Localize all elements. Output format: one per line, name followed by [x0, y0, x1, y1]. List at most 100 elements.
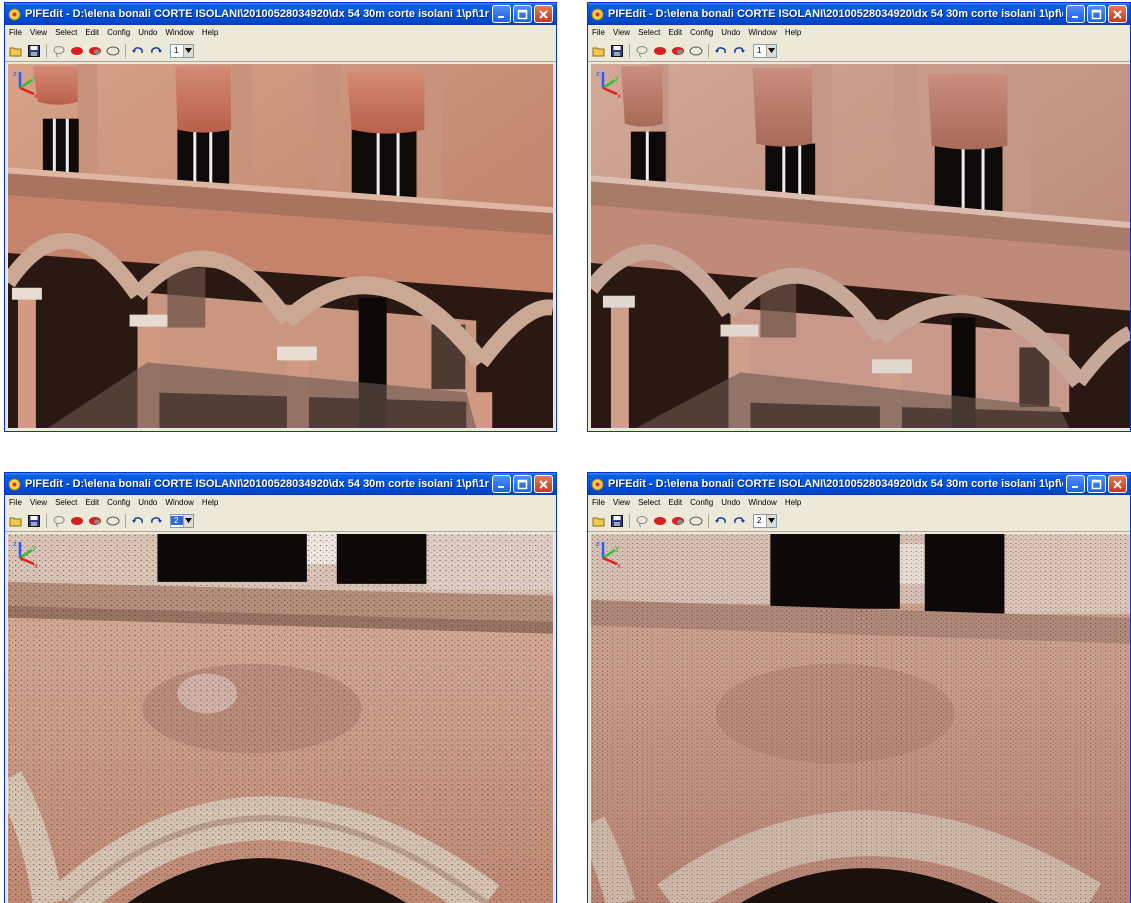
- title-bar[interactable]: PIFEdit - D:\elena bonali CORTE ISOLANI\…: [5, 3, 556, 25]
- menu-select[interactable]: Select: [638, 28, 660, 37]
- layer-select[interactable]: 2: [753, 513, 777, 528]
- lasso-button[interactable]: [634, 513, 650, 529]
- layer-select-dropdown[interactable]: [766, 514, 776, 527]
- open-button[interactable]: [591, 513, 607, 529]
- menu-config[interactable]: Config: [690, 498, 713, 507]
- title-bar[interactable]: PIFEdit - D:\elena bonali CORTE ISOLANI\…: [5, 473, 556, 495]
- menu-file[interactable]: File: [592, 498, 605, 507]
- menu-file[interactable]: File: [9, 498, 22, 507]
- menu-edit[interactable]: Edit: [668, 28, 682, 37]
- minimize-button[interactable]: [1066, 475, 1085, 493]
- lasso-button[interactable]: [51, 513, 67, 529]
- menu-config[interactable]: Config: [107, 28, 130, 37]
- save-button[interactable]: [609, 43, 625, 59]
- pifedit-window-top-left: PIFEdit - D:\elena bonali CORTE ISOLANI\…: [4, 2, 557, 432]
- point-cloud-render: [8, 534, 553, 903]
- menu-select[interactable]: Select: [638, 498, 660, 507]
- minimize-button[interactable]: [492, 475, 511, 493]
- maximize-button[interactable]: [513, 5, 532, 23]
- minimize-button[interactable]: [1066, 5, 1085, 23]
- redo-button[interactable]: [148, 513, 164, 529]
- layer-select-dropdown[interactable]: [183, 44, 193, 57]
- point-cloud-viewport[interactable]: z y x: [591, 534, 1130, 903]
- menu-config[interactable]: Config: [690, 28, 713, 37]
- menu-undo[interactable]: Undo: [721, 498, 740, 507]
- redo-button[interactable]: [731, 43, 747, 59]
- menu-help[interactable]: Help: [202, 28, 218, 37]
- save-button[interactable]: [609, 513, 625, 529]
- menu-config[interactable]: Config: [107, 498, 130, 507]
- menu-file[interactable]: File: [9, 28, 22, 37]
- redo-button[interactable]: [148, 43, 164, 59]
- maximize-button[interactable]: [1087, 5, 1106, 23]
- maximize-button[interactable]: [513, 475, 532, 493]
- menu-view[interactable]: View: [613, 498, 630, 507]
- title-bar[interactable]: PIFEdit - D:\elena bonali CORTE ISOLANI\…: [588, 473, 1130, 495]
- maximize-button[interactable]: [1087, 475, 1106, 493]
- save-button[interactable]: [26, 43, 42, 59]
- menu-select[interactable]: Select: [55, 498, 77, 507]
- undo-icon: [132, 516, 143, 523]
- axis-x-label: x: [617, 562, 621, 568]
- menu-help[interactable]: Help: [785, 498, 801, 507]
- layer-select-dropdown[interactable]: [766, 44, 776, 57]
- close-button[interactable]: [1108, 475, 1127, 493]
- menu-window[interactable]: Window: [165, 498, 193, 507]
- undo-icon: [715, 46, 726, 53]
- menu-help[interactable]: Help: [785, 28, 801, 37]
- undo-button[interactable]: [130, 513, 146, 529]
- menu-window[interactable]: Window: [748, 28, 776, 37]
- paint-deselect-button[interactable]: [670, 43, 686, 59]
- cloud-select-icon: [106, 46, 120, 55]
- layer-select-dropdown[interactable]: [183, 514, 193, 527]
- paint-deselect-button[interactable]: [87, 43, 103, 59]
- menu-edit[interactable]: Edit: [85, 498, 99, 507]
- menu-view[interactable]: View: [613, 28, 630, 37]
- close-icon: [539, 9, 548, 19]
- paint-select-button[interactable]: [69, 513, 85, 529]
- point-cloud-viewport[interactable]: z y x: [8, 534, 553, 903]
- close-button[interactable]: [534, 5, 553, 23]
- title-bar[interactable]: PIFEdit - D:\elena bonali CORTE ISOLANI\…: [588, 3, 1130, 25]
- cloud-select-button[interactable]: [688, 43, 704, 59]
- menu-window[interactable]: Window: [165, 28, 193, 37]
- menu-undo[interactable]: Undo: [721, 28, 740, 37]
- menu-view[interactable]: View: [30, 498, 47, 507]
- undo-button[interactable]: [130, 43, 146, 59]
- open-button[interactable]: [8, 513, 24, 529]
- undo-button[interactable]: [713, 43, 729, 59]
- menu-undo[interactable]: Undo: [138, 498, 157, 507]
- point-cloud-viewport[interactable]: z y x: [591, 64, 1130, 428]
- lasso-button[interactable]: [51, 43, 67, 59]
- menu-help[interactable]: Help: [202, 498, 218, 507]
- close-button[interactable]: [1108, 5, 1127, 23]
- save-button[interactable]: [26, 513, 42, 529]
- open-button[interactable]: [8, 43, 24, 59]
- menu-undo[interactable]: Undo: [138, 28, 157, 37]
- layer-select[interactable]: 2: [170, 513, 194, 528]
- menu-select[interactable]: Select: [55, 28, 77, 37]
- layer-select[interactable]: 1: [170, 43, 194, 58]
- lasso-button[interactable]: [634, 43, 650, 59]
- redo-button[interactable]: [731, 513, 747, 529]
- minimize-button[interactable]: [492, 5, 511, 23]
- paint-select-button[interactable]: [69, 43, 85, 59]
- cloud-select-button[interactable]: [105, 513, 121, 529]
- menu-window[interactable]: Window: [748, 498, 776, 507]
- menu-edit[interactable]: Edit: [668, 498, 682, 507]
- cloud-select-button[interactable]: [105, 43, 121, 59]
- open-button[interactable]: [591, 43, 607, 59]
- paint-select-button[interactable]: [652, 43, 668, 59]
- layer-select[interactable]: 1: [753, 43, 777, 58]
- paint-deselect-button[interactable]: [670, 513, 686, 529]
- menu-view[interactable]: View: [30, 28, 47, 37]
- point-cloud-viewport[interactable]: z y x: [8, 64, 553, 428]
- menu-edit[interactable]: Edit: [85, 28, 99, 37]
- paint-select-button[interactable]: [652, 513, 668, 529]
- menu-file[interactable]: File: [592, 28, 605, 37]
- paint-deselect-button[interactable]: [87, 513, 103, 529]
- redo-icon: [151, 516, 162, 523]
- cloud-select-button[interactable]: [688, 513, 704, 529]
- undo-button[interactable]: [713, 513, 729, 529]
- close-button[interactable]: [534, 475, 553, 493]
